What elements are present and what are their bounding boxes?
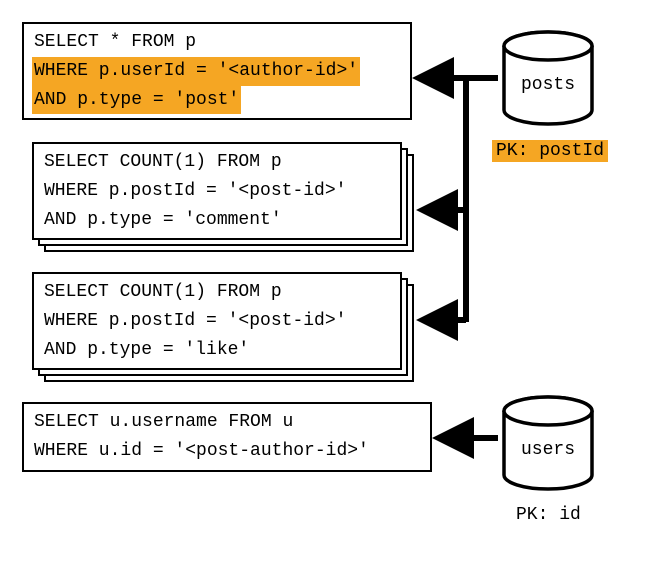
- posts-pk-label: PK: postId: [492, 140, 608, 162]
- sql-line: AND p.type = 'comment': [44, 206, 390, 235]
- query-count-likes: SELECT COUNT(1) FROM p WHERE p.postId = …: [32, 272, 402, 370]
- sql-line-highlighted: WHERE p.userId = '<author-id>': [32, 57, 360, 86]
- sql-line: WHERE p.postId = '<post-id>': [44, 307, 390, 336]
- query-username: SELECT u.username FROM u WHERE u.id = '<…: [22, 402, 432, 472]
- database-users-label: users: [498, 440, 598, 460]
- sql-line: SELECT * FROM p: [34, 28, 400, 57]
- sql-line: AND p.type = 'like': [44, 336, 390, 365]
- query-posts-by-author: SELECT * FROM p WHERE p.userId = '<autho…: [22, 22, 412, 120]
- database-posts-label: posts: [498, 75, 598, 95]
- sql-line: WHERE u.id = '<post-author-id>': [34, 437, 420, 466]
- sql-line: SELECT COUNT(1) FROM p: [44, 148, 390, 177]
- sql-line-highlighted: AND p.type = 'post': [32, 86, 241, 115]
- sql-line: SELECT u.username FROM u: [34, 408, 420, 437]
- users-pk-label: PK: id: [516, 505, 581, 525]
- sql-line: SELECT COUNT(1) FROM p: [44, 278, 390, 307]
- sql-line: WHERE p.postId = '<post-id>': [44, 177, 390, 206]
- query-count-comments: SELECT COUNT(1) FROM p WHERE p.postId = …: [32, 142, 402, 240]
